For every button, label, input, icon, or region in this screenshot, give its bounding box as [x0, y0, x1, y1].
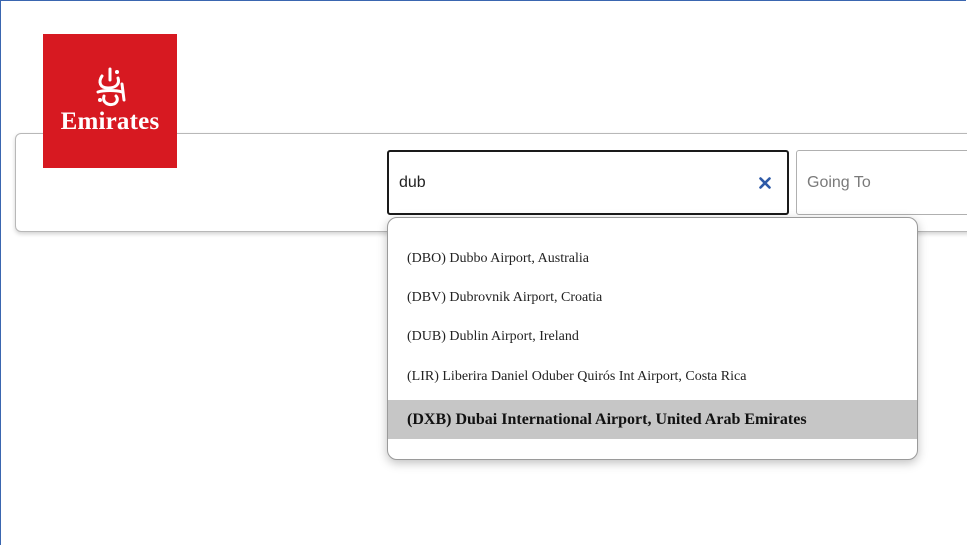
- logo-wordmark: Emirates: [60, 108, 160, 135]
- close-icon[interactable]: [751, 169, 779, 197]
- origin-input[interactable]: dub: [387, 150, 789, 215]
- suggestion-item[interactable]: (LIR) Liberira Daniel Oduber Quirós Int …: [388, 357, 917, 396]
- suggestion-item[interactable]: (DUB) Dublin Airport, Ireland: [388, 317, 917, 356]
- airport-suggestions-dropdown: (DBO) Dubbo Airport, Australia (DBV) Dub…: [387, 217, 918, 460]
- suggestion-item[interactable]: (DBO) Dubbo Airport, Australia: [388, 239, 917, 278]
- emirates-logo[interactable]: Emirates: [43, 34, 177, 168]
- origin-input-value[interactable]: dub: [389, 174, 751, 192]
- destination-placeholder: Going To: [807, 173, 871, 191]
- suggestion-item[interactable]: (DBV) Dubrovnik Airport, Croatia: [388, 278, 917, 317]
- arabic-calligraphy-icon: [96, 67, 126, 106]
- destination-input[interactable]: Going To: [796, 150, 967, 215]
- suggestion-item-highlighted[interactable]: (DXB) Dubai International Airport, Unite…: [388, 400, 917, 439]
